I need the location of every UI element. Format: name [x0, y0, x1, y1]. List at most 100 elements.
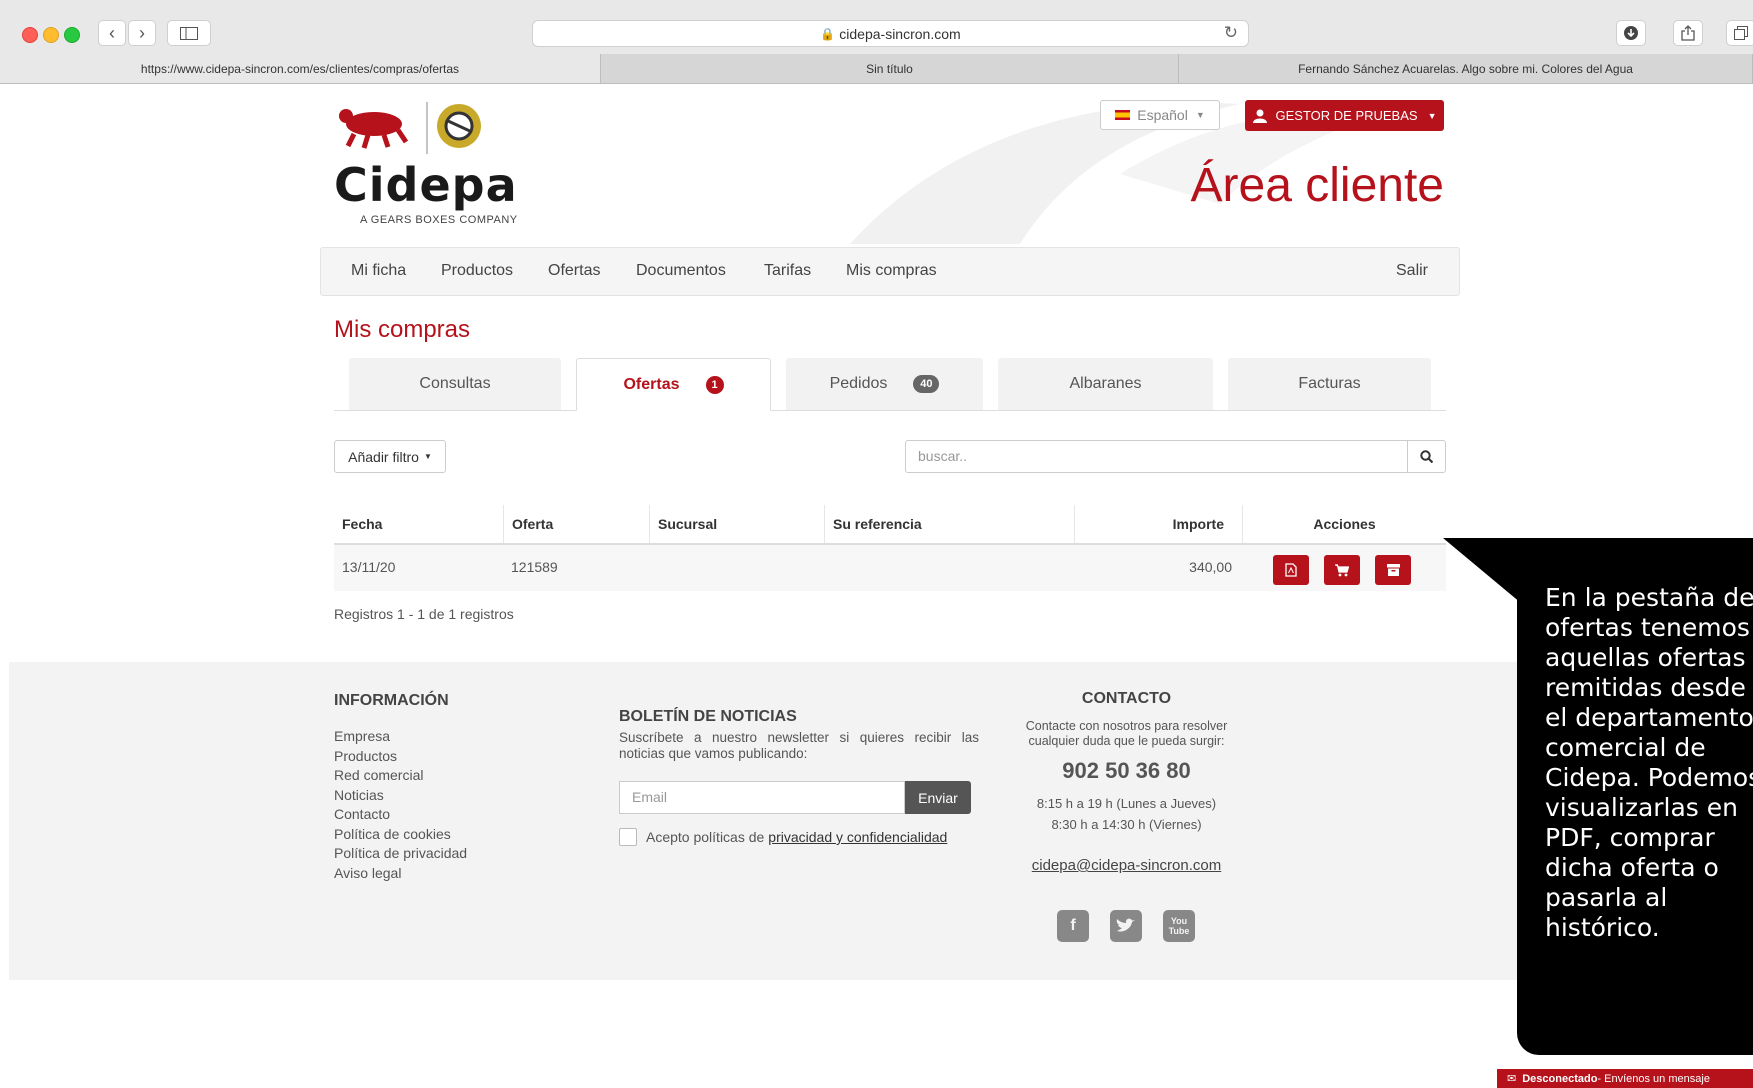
column-header-sucursal[interactable]: Sucursal [649, 505, 824, 543]
caret-down-icon: ▼ [1427, 110, 1437, 121]
tab-pedidos[interactable]: Pedidos 40 [786, 358, 983, 410]
nav-item-tarifas[interactable]: Tarifas [764, 262, 811, 280]
column-header-oferta[interactable]: Oferta [503, 505, 649, 543]
chat-status: Desconectado [1522, 1072, 1598, 1085]
search-button[interactable] [1407, 441, 1445, 472]
footer-link-privacidad[interactable]: Política de privacidad [334, 844, 467, 864]
nav-item-ofertas[interactable]: Ofertas [548, 262, 600, 280]
tab-consultas[interactable]: Consultas [349, 358, 561, 410]
minimize-window-button[interactable] [43, 27, 59, 43]
language-label: Español [1137, 107, 1188, 123]
twitter-icon[interactable] [1110, 910, 1142, 942]
footer-link-productos[interactable]: Productos [334, 747, 467, 767]
search-input[interactable] [916, 447, 1380, 465]
tab-albaranes[interactable]: Albaranes [998, 358, 1213, 410]
downloads-button[interactable] [1616, 20, 1646, 46]
contact-phone[interactable]: 902 50 36 80 [1009, 758, 1244, 784]
add-filter-button[interactable]: Añadir filtro ▼ [334, 440, 446, 473]
browser-toolbar: ‹ › 🔒 cidepa-sincron.com ↻ [0, 0, 1753, 55]
browser-tab-strip: https://www.cidepa-sincron.com/es/client… [0, 54, 1753, 84]
info-links: Empresa Productos Red comercial Noticias… [334, 727, 467, 883]
twitter-bird-icon [1116, 918, 1135, 932]
archive-offer-button[interactable] [1375, 555, 1411, 585]
cart-icon [1335, 563, 1349, 576]
close-window-button[interactable] [22, 27, 38, 43]
tab-label: Pedidos [829, 375, 888, 392]
tabs-overview-button[interactable] [1726, 20, 1753, 46]
chevron-right-icon: › [139, 22, 145, 43]
spain-flag-icon [1115, 110, 1131, 120]
back-button[interactable]: ‹ [98, 20, 126, 46]
cell-importe: 340,00 [1189, 559, 1232, 575]
cell-fecha: 13/11/20 [342, 559, 396, 575]
facebook-icon[interactable]: f [1057, 910, 1089, 942]
chat-widget-bar[interactable]: ✉ Desconectado - Envíenos un mensaje [1497, 1069, 1753, 1088]
nav-item-mi-ficha[interactable]: Mi ficha [351, 262, 406, 280]
nav-item-documentos[interactable]: Documentos [636, 262, 726, 280]
privacy-policy-link[interactable]: privacidad y confidencialidad [768, 829, 947, 845]
forward-button[interactable]: › [128, 20, 156, 46]
newsletter-send-button[interactable]: Enviar [905, 781, 971, 814]
nav-item-productos[interactable]: Productos [441, 262, 513, 280]
caret-down-icon: ▼ [423, 452, 432, 461]
brand-tagline: A GEARS BOXES COMPANY [360, 214, 518, 226]
filter-label: Añadir filtro [348, 448, 419, 465]
language-selector[interactable]: Español ▼ [1100, 100, 1220, 130]
tab-label: Ofertas [623, 375, 680, 393]
tab-title: Sin título [866, 61, 913, 76]
newsletter-email-field[interactable]: Email [619, 781, 905, 814]
reload-icon[interactable]: ↻ [1224, 23, 1238, 43]
page-title: Mis compras [334, 316, 471, 343]
youtube-tube-mark: Tube [1168, 926, 1190, 936]
footer-link-empresa[interactable]: Empresa [334, 727, 467, 747]
column-header-fecha[interactable]: Fecha [334, 505, 503, 543]
contact-text: Contacte con nosotros para resolver cual… [1025, 719, 1228, 748]
column-header-referencia[interactable]: Su referencia [824, 505, 1064, 543]
footer-link-noticias[interactable]: Noticias [334, 786, 467, 806]
footer-link-cookies[interactable]: Política de cookies [334, 825, 467, 845]
tab-label: Albaranes [1069, 375, 1142, 392]
address-bar[interactable]: 🔒 cidepa-sincron.com ↻ [532, 20, 1249, 47]
pdf-icon [1285, 563, 1297, 577]
newsletter-text: Suscríbete a nuestro newsletter si quier… [619, 730, 979, 761]
buy-offer-button[interactable] [1324, 555, 1360, 585]
search-icon [1420, 450, 1433, 463]
logout-link[interactable]: Salir [1396, 262, 1428, 280]
table-row[interactable]: 13/11/20 121589 340,00 [334, 545, 1446, 591]
footer-link-red-comercial[interactable]: Red comercial [334, 766, 467, 786]
browser-tab[interactable]: Fernando Sánchez Acuarelas. Algo sobre m… [1179, 54, 1753, 83]
user-icon [1252, 109, 1267, 123]
footer-link-contacto[interactable]: Contacto [334, 805, 467, 825]
browser-tab[interactable]: Sin título [601, 54, 1179, 83]
privacy-checkbox[interactable] [619, 828, 637, 846]
tabs-icon [1734, 26, 1748, 40]
browser-tab-active[interactable]: https://www.cidepa-sincron.com/es/client… [0, 54, 601, 83]
share-icon [1681, 25, 1695, 41]
tab-title: Fernando Sánchez Acuarelas. Algo sobre m… [1298, 61, 1633, 76]
footer-link-aviso-legal[interactable]: Aviso legal [334, 864, 467, 884]
envelope-icon: ✉ [1507, 1073, 1517, 1085]
main-navigation: Mi ficha Productos Ofertas Documentos Ta… [320, 247, 1460, 296]
tab-ofertas[interactable]: Ofertas 1 [576, 358, 771, 411]
info-title: INFORMACIÓN [334, 692, 449, 709]
share-button[interactable] [1673, 20, 1703, 46]
view-pdf-button[interactable] [1273, 555, 1309, 585]
sidebar-icon [180, 26, 198, 40]
consent-label: Acepto políticas de [646, 829, 765, 845]
download-icon [1624, 26, 1638, 40]
user-menu-button[interactable]: GESTOR DE PRUEBAS ▼ [1245, 100, 1444, 131]
contact-email-link[interactable]: cidepa@cidepa-sincron.com [1009, 857, 1244, 874]
contact-hours-weekdays: 8:15 h a 19 h (Lunes a Jueves) [1036, 796, 1217, 811]
column-header-acciones: Acciones [1242, 505, 1446, 543]
column-header-importe[interactable]: Importe [1074, 505, 1232, 543]
site-footer: INFORMACIÓN Empresa Productos Red comerc… [9, 662, 1753, 980]
zoom-window-button[interactable] [64, 27, 80, 43]
cell-oferta: 121589 [511, 559, 558, 575]
tab-facturas[interactable]: Facturas [1228, 358, 1431, 410]
search-box [905, 440, 1446, 473]
nav-item-mis-compras[interactable]: Mis compras [846, 262, 937, 280]
tab-title: https://www.cidepa-sincron.com/es/client… [140, 61, 460, 76]
sidebar-toggle-button[interactable] [167, 20, 211, 46]
tab-label: Facturas [1298, 375, 1361, 392]
youtube-icon[interactable]: You Tube [1163, 910, 1195, 942]
